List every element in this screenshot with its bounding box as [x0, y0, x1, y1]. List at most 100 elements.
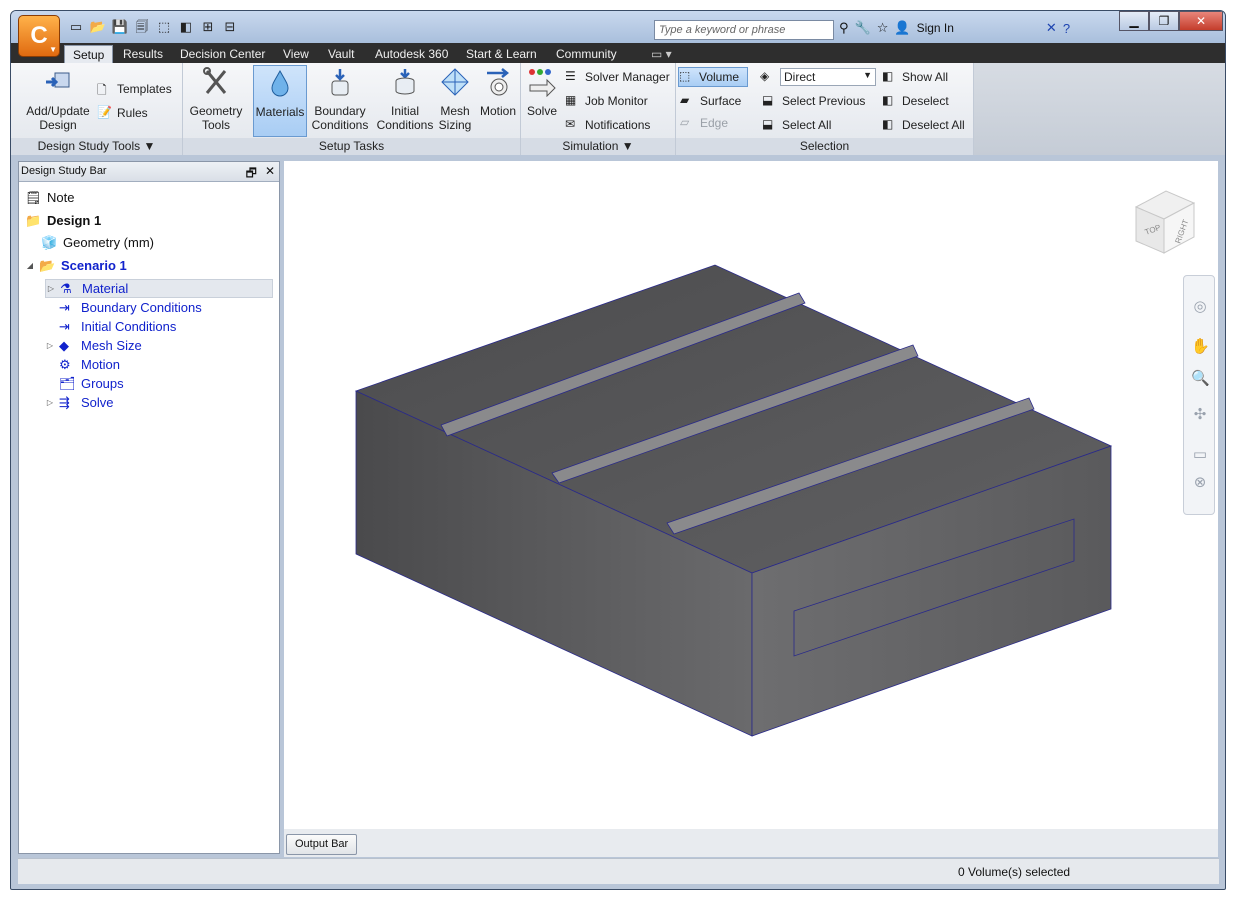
pan-hand-icon[interactable]: ✋ — [1191, 338, 1210, 356]
view-icon[interactable]: ◧ — [177, 19, 195, 35]
selection-mode-select[interactable]: ◈ Direct ▼ — [760, 67, 876, 87]
tree-node-mesh-size[interactable]: ▷ ◆ Mesh Size — [45, 336, 142, 355]
select-mode-icon[interactable]: ⬚ — [155, 19, 173, 35]
tab-results[interactable]: Results — [115, 45, 171, 63]
tree-node-solve[interactable]: ▷ ⇶ Solve — [45, 393, 114, 412]
solver-manager-icon: ☰ — [565, 69, 576, 83]
initial-conditions-button[interactable]: Initial Conditions — [374, 65, 436, 137]
open-icon[interactable]: 📂 — [89, 19, 107, 35]
mesh-sizing-icon — [441, 68, 469, 96]
tab-vault[interactable]: Vault — [320, 45, 362, 63]
tab-view[interactable]: View — [275, 45, 317, 63]
design-study-tools-dropdown[interactable]: Design Study Tools ▼ — [11, 138, 182, 155]
initial-label-1: Initial — [390, 104, 419, 118]
show-all-icon: ◧ — [882, 69, 894, 83]
help-icon[interactable]: ? — [1063, 21, 1070, 36]
maximize-button[interactable]: ❐ — [1149, 11, 1179, 31]
motion-button[interactable]: Motion — [476, 65, 520, 137]
expand-triangle-icon[interactable]: ▷ — [45, 398, 55, 407]
simulation-dropdown[interactable]: Simulation ▼ — [521, 138, 675, 155]
edge-button[interactable]: ▱ Edge — [680, 113, 728, 133]
direct-select-box[interactable]: Direct ▼ — [780, 68, 876, 86]
mesh-sizing-button[interactable]: Mesh Sizing — [436, 65, 474, 137]
tree-node-initial-conditions[interactable]: ⇥ Initial Conditions — [59, 317, 176, 336]
tree-node-design[interactable]: 📁 Design 1 — [25, 211, 101, 230]
star-icon[interactable]: ☆ — [877, 20, 889, 36]
notifications-button[interactable]: ✉ Notifications — [565, 115, 650, 135]
tab-start-learn[interactable]: Start & Learn — [458, 45, 545, 63]
panel-icon[interactable]: ⊟ — [221, 19, 239, 35]
search-input[interactable]: Type a keyword or phrase — [654, 20, 834, 40]
job-monitor-button[interactable]: ▦ Job Monitor — [565, 91, 648, 111]
binoculars-icon[interactable]: ⚲ — [839, 20, 849, 36]
save-icon[interactable]: 💾 — [111, 19, 129, 35]
orbit-icon[interactable]: ✣ — [1191, 406, 1209, 424]
materials-droplet-icon — [271, 69, 289, 97]
expand-triangle-icon[interactable]: ▷ — [45, 341, 55, 350]
model-canvas[interactable]: TOP RIGHT — [284, 161, 1218, 829]
close-panel-icon[interactable]: ✕ — [265, 164, 275, 185]
ribbon-options-icon[interactable]: ▭ ▾ — [643, 45, 680, 63]
solver-manager-button[interactable]: ☰ Solver Manager — [565, 67, 670, 87]
tab-autodesk-360[interactable]: Autodesk 360 — [367, 45, 456, 63]
initial-label-2: Conditions — [376, 118, 434, 132]
collapse-triangle-icon[interactable]: ◢ — [25, 261, 35, 270]
geometry-tools-button[interactable]: Geometry Tools — [185, 65, 247, 137]
note-label: Note — [47, 190, 75, 205]
tree-node-geometry[interactable]: 🧊 Geometry (mm) — [41, 233, 154, 252]
deselect-icon: ◧ — [882, 93, 894, 107]
mesh-label-2: Sizing — [438, 118, 472, 132]
fit-icon[interactable]: ⊞ — [199, 19, 217, 35]
tab-decision-center[interactable]: Decision Center — [172, 45, 273, 63]
steering-wheel-icon[interactable]: ◎ — [1191, 298, 1209, 316]
tree-node-groups[interactable]: 🗂 Groups — [59, 374, 124, 393]
select-all-button[interactable]: ⬓ Select All — [762, 115, 831, 135]
surface-button[interactable]: ▰ Surface — [680, 91, 741, 111]
mesh-label-1: Mesh — [440, 104, 470, 118]
select-previous-button[interactable]: ⬓ Select Previous — [762, 91, 865, 111]
select-previous-icon: ⬓ — [762, 93, 774, 107]
look-at-icon[interactable]: ▭ — [1191, 446, 1209, 464]
tab-setup[interactable]: Setup — [64, 45, 114, 63]
output-strip — [284, 829, 1218, 857]
tab-community[interactable]: Community — [548, 45, 625, 63]
show-all-button[interactable]: ◧ Show All — [882, 67, 948, 87]
add-update-design-button[interactable]: Add/Update Design — [21, 65, 95, 137]
float-panel-icon[interactable]: 🗗 — [246, 164, 257, 185]
add-update-label-1: Add/Update — [26, 104, 90, 118]
selection-label: Selection — [676, 138, 973, 155]
material-icon: ⚗ — [60, 280, 72, 296]
close-button[interactable]: ✕ — [1179, 11, 1223, 31]
materials-button[interactable]: Materials — [253, 65, 307, 137]
show-motion-icon[interactable]: ⊗ — [1191, 474, 1209, 492]
new-icon[interactable]: ▭ — [67, 19, 85, 35]
graphics-viewport[interactable]: TOP RIGHT — [284, 161, 1218, 829]
deselect-button[interactable]: ◧ Deselect — [882, 91, 949, 111]
boundary-conditions-button[interactable]: Boundary Conditions — [310, 65, 370, 137]
rules-button[interactable]: 📝 Rules — [97, 103, 148, 123]
output-bar-button[interactable]: Output Bar — [286, 834, 358, 855]
tree-node-boundary-conditions[interactable]: ⇥ Boundary Conditions — [59, 298, 202, 317]
zoom-icon[interactable]: 🔍 — [1191, 370, 1210, 388]
application-menu-button[interactable]: C ▼ — [18, 15, 60, 57]
boundary-label-2: Conditions — [311, 118, 369, 132]
sign-in-link[interactable]: Sign In — [917, 21, 954, 35]
motion-label: Motion — [479, 104, 517, 118]
templates-button[interactable]: 🗋 Templates — [97, 79, 172, 99]
wrench-icon[interactable]: 🔧 — [855, 20, 871, 36]
expand-triangle-icon[interactable]: ▷ — [46, 284, 56, 293]
model-box[interactable] — [354, 264, 1113, 737]
user-icon[interactable]: 👤 — [894, 20, 910, 36]
tree-node-material[interactable]: ▷ ⚗ Material — [45, 279, 273, 298]
deselect-all-button[interactable]: ◧ Deselect All — [882, 115, 965, 135]
tree-node-motion[interactable]: ⚙ Motion — [59, 355, 120, 374]
viewcube[interactable]: TOP RIGHT — [1134, 190, 1196, 254]
tree-node-note[interactable]: 🗒 Note — [25, 188, 74, 207]
note-icon: 🗒 — [25, 189, 42, 205]
solve-button[interactable]: Solve — [523, 65, 561, 137]
minimize-button[interactable]: ▁ — [1119, 11, 1149, 31]
tree-node-scenario[interactable]: ◢ 📂 Scenario 1 — [25, 256, 127, 275]
volume-button[interactable]: ⬚ Volume — [678, 67, 748, 87]
save-as-icon[interactable]: 🗐 — [133, 19, 151, 35]
exchange-icon[interactable]: ✕ — [1046, 20, 1057, 36]
